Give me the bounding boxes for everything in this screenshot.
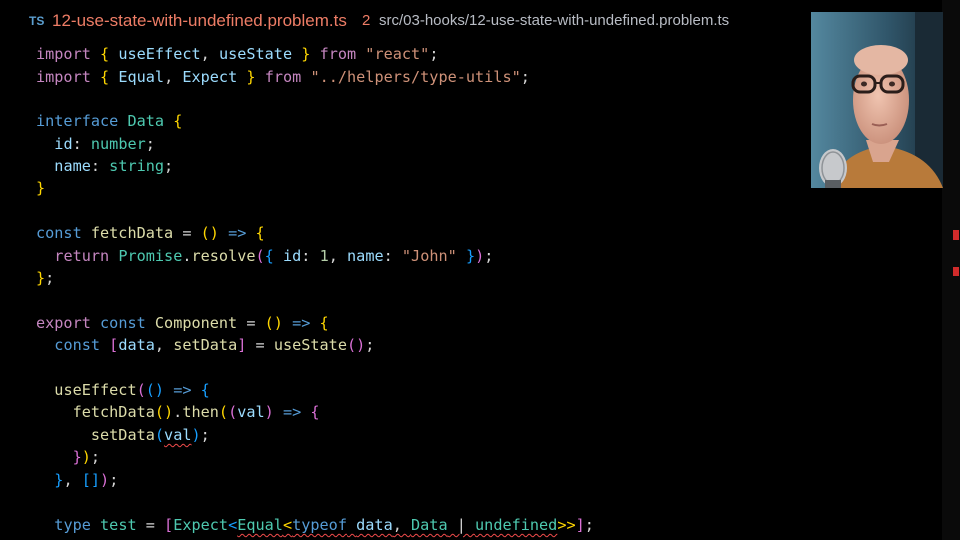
error-marker-2	[953, 267, 959, 276]
code-line-5: id: number;	[54, 135, 155, 153]
code-line-20: }, []);	[54, 471, 119, 489]
code-line-17: fetchData().then((val) => {	[72, 403, 320, 421]
code-line-9: const fetchData = () => {	[36, 224, 265, 242]
code-line-19: });	[72, 448, 101, 466]
typescript-file-icon: TS	[29, 14, 45, 28]
code-line-14: const [data, setData] = useState();	[54, 336, 375, 354]
code-line-6: name: string;	[54, 157, 174, 175]
code-line-16: useEffect(() => {	[54, 381, 210, 399]
presenter-video-icon	[811, 12, 943, 188]
code-line-11: };	[36, 269, 55, 287]
error-marker-1	[953, 230, 959, 240]
error-squiggle-val: val	[164, 426, 192, 444]
tab-filename[interactable]: 12-use-state-with-undefined.problem.ts	[52, 11, 347, 31]
code-line-13: export const Component = () => {	[36, 314, 329, 332]
code-line-4: interface Data {	[36, 112, 183, 130]
code-editor[interactable]: import { useEffect, useState } from "rea…	[0, 42, 940, 540]
code-line-7: }	[36, 179, 46, 197]
editor-scrollbar[interactable]	[942, 0, 960, 540]
code-line-2: import { Equal, Expect } from "../helper…	[36, 68, 530, 86]
code-line-10: return Promise.resolve({ id: 1, name: "J…	[54, 247, 494, 265]
code-line-1: import { useEffect, useState } from "rea…	[36, 45, 439, 63]
code-line-18: setData(val);	[90, 426, 210, 444]
code-line-22: type test = [Expect<Equal<typeof data, D…	[54, 516, 594, 534]
breadcrumb-path[interactable]: src/03-hooks/12-use-state-with-undefined…	[379, 12, 729, 29]
problem-count-badge: 2	[362, 12, 371, 29]
